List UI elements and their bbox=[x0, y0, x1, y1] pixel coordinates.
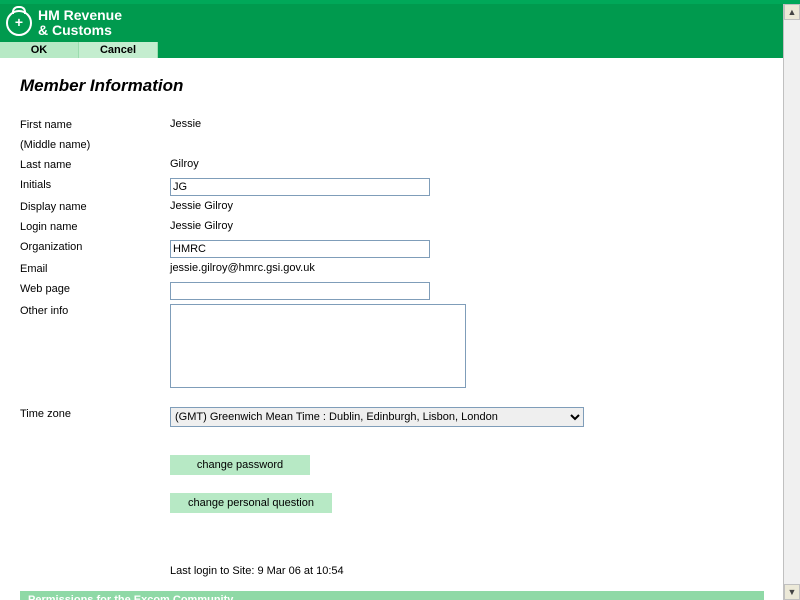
value-first-name: Jessie bbox=[170, 118, 764, 130]
label-other-info: Other info bbox=[20, 304, 170, 317]
value-login-name: Jessie Gilroy bbox=[170, 220, 764, 232]
value-email: jessie.gilroy@hmrc.gsi.gov.uk bbox=[170, 262, 764, 274]
page-title: Member Information bbox=[20, 76, 764, 96]
label-display-name: Display name bbox=[20, 200, 170, 213]
brand-logo: HM Revenue & Customs bbox=[6, 8, 122, 37]
scroll-up-icon[interactable]: ▲ bbox=[784, 4, 800, 20]
value-display-name: Jessie Gilroy bbox=[170, 200, 764, 212]
label-first-name: First name bbox=[20, 118, 170, 131]
cancel-button[interactable]: Cancel bbox=[79, 42, 158, 58]
organization-input[interactable] bbox=[170, 240, 430, 258]
label-organization: Organization bbox=[20, 240, 170, 253]
label-login-name: Login name bbox=[20, 220, 170, 233]
vertical-scrollbar[interactable]: ▲ ▼ bbox=[783, 4, 800, 600]
scroll-track[interactable] bbox=[784, 20, 800, 584]
label-middle-name: (Middle name) bbox=[20, 138, 170, 151]
label-time-zone: Time zone bbox=[20, 407, 170, 420]
change-personal-question-button[interactable]: change personal question bbox=[170, 493, 332, 513]
web-page-input[interactable] bbox=[170, 282, 430, 300]
brand-line1: HM Revenue bbox=[38, 8, 122, 23]
content-area: Member Information First name Jessie (Mi… bbox=[0, 58, 784, 600]
other-info-textarea[interactable] bbox=[170, 304, 466, 388]
label-web-page: Web page bbox=[20, 282, 170, 295]
change-password-button[interactable]: change password bbox=[170, 455, 310, 475]
permissions-section-header: Permissions for the Excom Community bbox=[20, 591, 764, 600]
action-bar: OK Cancel bbox=[0, 42, 784, 58]
crown-crest-icon bbox=[6, 10, 32, 36]
label-initials: Initials bbox=[20, 178, 170, 191]
time-zone-select[interactable]: (GMT) Greenwich Mean Time : Dublin, Edin… bbox=[170, 407, 584, 427]
ok-button[interactable]: OK bbox=[0, 42, 79, 58]
initials-input[interactable] bbox=[170, 178, 430, 196]
label-last-name: Last name bbox=[20, 158, 170, 171]
header: HM Revenue & Customs bbox=[0, 4, 784, 42]
app-viewport: HM Revenue & Customs OK Cancel Member In… bbox=[0, 0, 800, 600]
last-login-text: Last login to Site: 9 Mar 06 at 10:54 bbox=[170, 565, 764, 577]
value-last-name: Gilroy bbox=[170, 158, 764, 170]
brand-text: HM Revenue & Customs bbox=[38, 8, 122, 37]
scroll-down-icon[interactable]: ▼ bbox=[784, 584, 800, 600]
brand-line2: & Customs bbox=[38, 23, 122, 38]
label-email: Email bbox=[20, 262, 170, 275]
